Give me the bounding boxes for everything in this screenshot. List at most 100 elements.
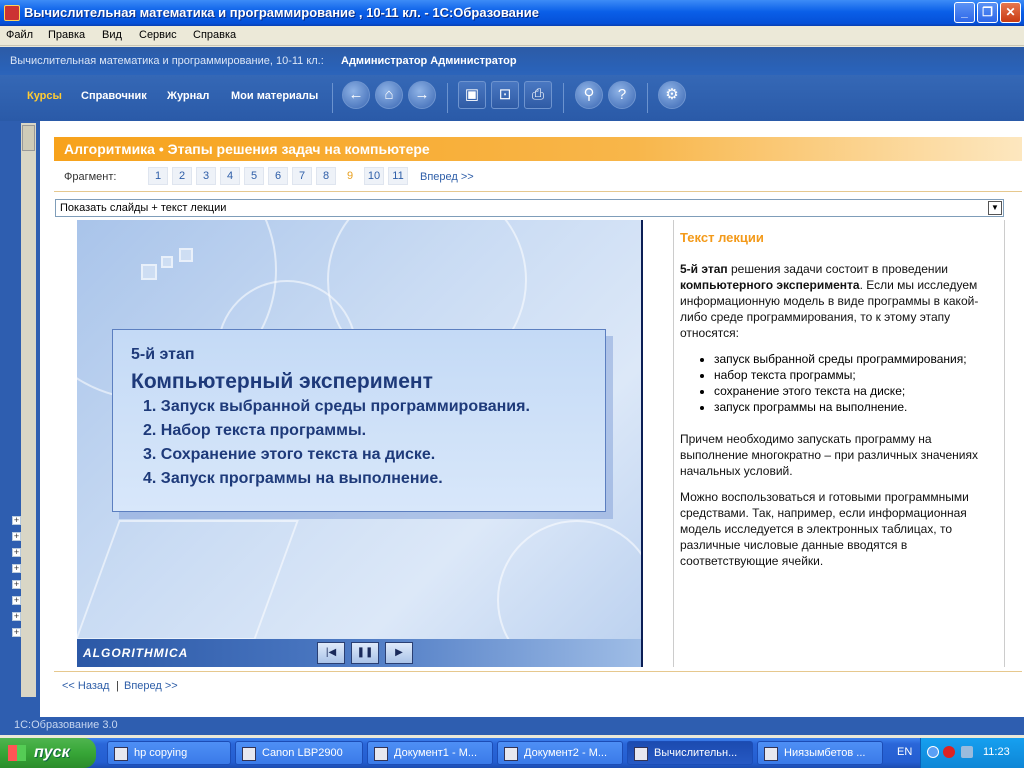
app-header: Вычислительная математика и программиров… [0,47,1024,121]
expand-icon[interactable]: + [12,612,21,621]
window-icon [114,747,128,761]
taskbar-item[interactable]: Ниязымбетов ... [757,741,883,765]
print-icon[interactable]: ⎙ [524,81,552,109]
taskbar-item-label: Документ1 - М... [394,747,478,759]
windows-logo-icon [8,745,26,761]
expand-icon[interactable]: + [12,596,21,605]
play-icon[interactable]: ▶ [385,642,413,664]
forward-link[interactable]: Вперед >> [124,680,178,692]
slide-brand: ALGORITHMICA [83,646,189,660]
back-link[interactable]: << Назад [62,680,109,692]
pause-icon[interactable]: ❚❚ [351,642,379,664]
tab-my-materials[interactable]: Мои материалы [231,90,318,102]
taskbar: пуск hp copying Canon LBP2900 Документ1 … [0,738,1024,768]
fragment-label: Фрагмент: [64,171,117,183]
taskbar-item[interactable]: Canon LBP2900 [235,741,363,765]
sidebar-scrollbar[interactable] [21,123,36,697]
fragment-link[interactable]: 2 [172,167,192,185]
fragment-link[interactable]: 8 [316,167,336,185]
forward-icon[interactable]: → [408,81,436,109]
window-title: Вычислительная математика и программиров… [24,5,539,20]
fragment-link[interactable]: 6 [268,167,288,185]
menu-file[interactable]: Файл [6,29,33,41]
menu-view[interactable]: Вид [102,29,122,41]
start-button[interactable]: пуск [0,738,96,768]
slide-list: 1. Запуск выбранной среды программирован… [143,398,530,494]
fragment-link[interactable]: 4 [220,167,240,185]
back-icon[interactable]: ← [342,81,370,109]
menu-service[interactable]: Сервис [139,29,177,41]
app-icon [4,5,20,21]
expand-icon[interactable]: + [12,580,21,589]
scrollbar-thumb[interactable] [22,125,35,151]
lecture-list-item: набор текста программы; [714,367,998,383]
fragment-link[interactable]: 3 [196,167,216,185]
lecture-list-item: запуск программы на выполнение. [714,399,998,415]
decor-square [161,256,173,268]
taskbar-item-active[interactable]: Вычислительн... [627,741,753,765]
tab-courses[interactable]: Курсы [27,90,62,102]
close-button[interactable]: ✕ [1000,2,1021,23]
word-icon [504,747,518,761]
language-indicator[interactable]: EN [897,746,912,758]
printer-icon [242,747,256,761]
expand-icon[interactable]: + [12,548,21,557]
left-sidebar: + + + + + + + + [0,121,40,717]
fragment-link[interactable]: 1 [148,167,168,185]
lecture-bold: 5-й этап [680,262,728,276]
fragment-link[interactable]: 11 [388,167,408,185]
home-icon[interactable]: ⌂ [375,81,403,109]
start-label: пуск [34,744,70,761]
maximize-button[interactable]: ❐ [977,2,998,23]
expand-icon[interactable]: + [12,564,21,573]
previous-icon[interactable]: |◀ [317,642,345,664]
taskbar-item[interactable]: Документ2 - М... [497,741,623,765]
help-icon[interactable]: ? [608,81,636,109]
next-fragment-link[interactable]: Вперед >> [420,171,474,183]
fragment-link[interactable]: 7 [292,167,312,185]
slide-heading: Компьютерный эксперимент [131,370,433,393]
search-icon[interactable]: ⚲ [575,81,603,109]
taskbar-item-label: Вычислительн... [654,747,738,759]
system-tray: EN 11:23 [897,738,1024,768]
settings-icon[interactable]: ⚙ [658,81,686,109]
expand-icon[interactable]: + [12,516,21,525]
divider [332,83,333,113]
slide-list-item: 1. Запуск выбранной среды программирован… [143,398,530,415]
divider [563,83,564,113]
nav-separator: | [116,680,119,692]
page-title: Алгоритмика • Этапы решения задач на ком… [64,141,430,157]
fragment-current: 9 [340,167,360,185]
nav-row: Курсы Справочник Журнал Мои материалы ← … [0,75,1024,121]
slide-content-box: 5-й этап Компьютерный эксперимент 1. Зап… [112,329,606,512]
fullscreen-icon[interactable]: ▣ [458,81,486,109]
tab-journal[interactable]: Журнал [167,90,209,102]
lecture-paragraph: 5-й этап решения задачи состоит в провед… [680,261,998,341]
lecture-bold: компьютерного эксперимента [680,278,860,292]
slide-list-item: 4. Запуск программы на выполнение. [143,470,443,487]
expand-icon[interactable]: + [12,532,21,541]
taskbar-item[interactable]: hp copying [107,741,231,765]
expand-icon[interactable]: + [12,628,21,637]
minimize-button[interactable]: _ [954,2,975,23]
fragment-link[interactable]: 10 [364,167,384,185]
lecture-text: решения задачи состоит в проведении [727,262,948,276]
taskbar-item[interactable]: Документ1 - М... [367,741,493,765]
breadcrumb[interactable]: Вычислительная математика и программиров… [10,55,324,67]
presentation-icon[interactable]: ⊡ [491,81,519,109]
clock: 11:23 [983,746,1010,758]
main-content: Алгоритмика • Этапы решения задач на ком… [40,121,1024,717]
fragment-link[interactable]: 5 [244,167,264,185]
back-arrow-icon[interactable] [927,746,939,758]
lecture-heading: Текст лекции [680,230,764,245]
word-icon [374,747,388,761]
user-name: Администратор Администратор [341,55,517,67]
volume-icon[interactable] [961,746,973,758]
view-mode-select[interactable]: Показать слайды + текст лекции ▼ [55,199,1004,217]
slide-list-item: 2. Набор текста программы. [143,422,367,439]
menu-help[interactable]: Справка [193,29,236,41]
menu-edit[interactable]: Правка [48,29,85,41]
antivirus-icon[interactable] [943,746,955,758]
tab-reference[interactable]: Справочник [81,90,147,102]
chevron-down-icon[interactable]: ▼ [988,201,1002,215]
